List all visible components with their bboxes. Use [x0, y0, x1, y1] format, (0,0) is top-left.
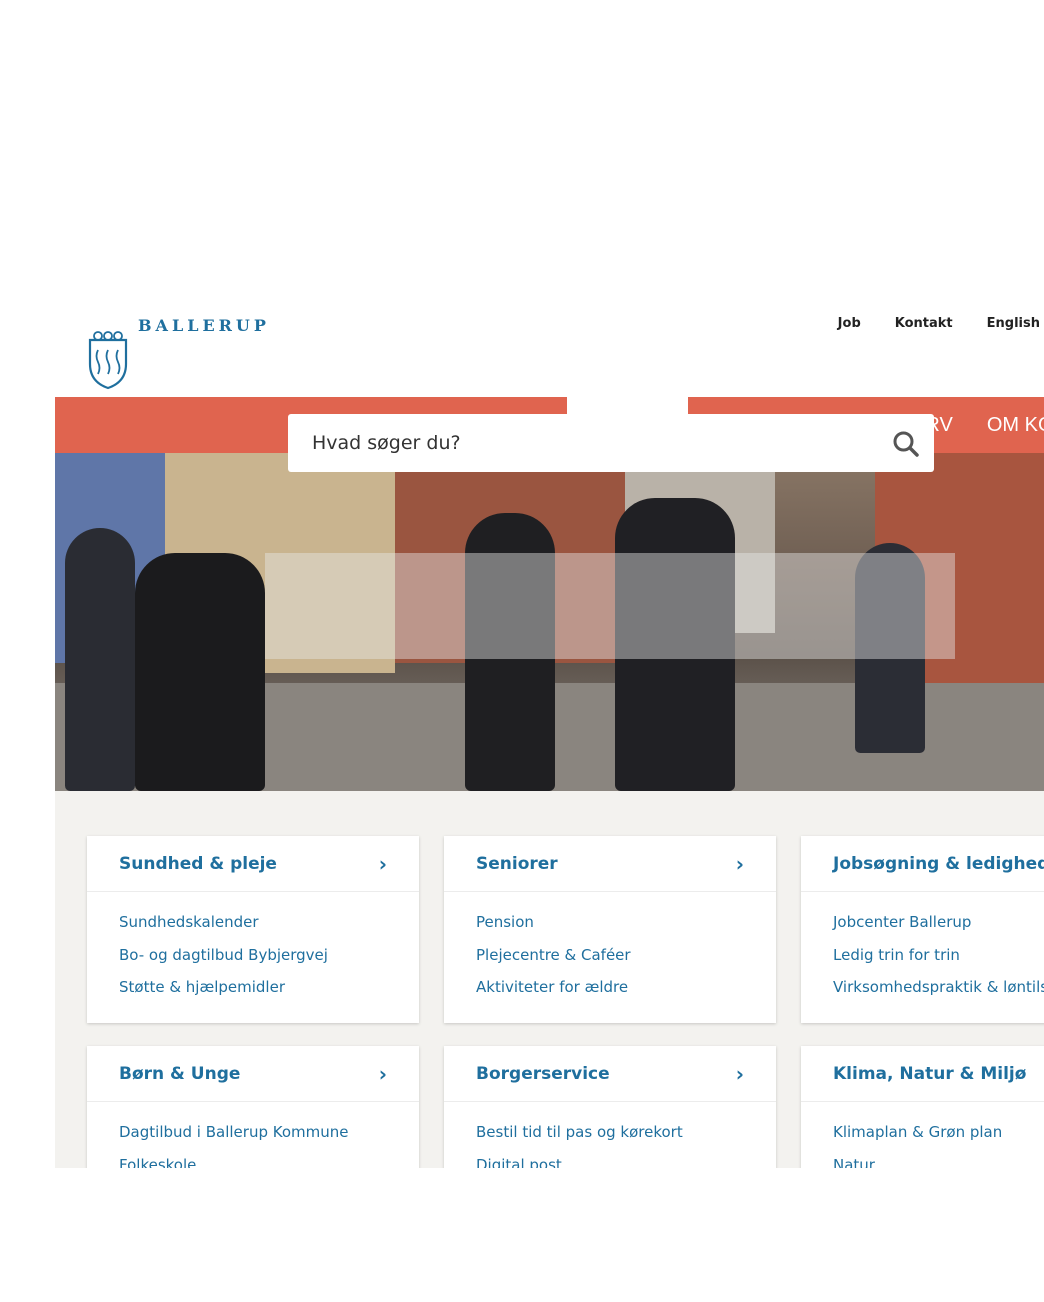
- card-link[interactable]: Natur: [833, 1149, 1044, 1169]
- card-link[interactable]: Digital post: [476, 1149, 744, 1169]
- card-header[interactable]: Klima, Natur & Miljø ›: [801, 1046, 1044, 1102]
- card-link[interactable]: Støtte & hjælpemidler: [119, 971, 387, 1004]
- card-header[interactable]: Jobsøgning & ledighed ›: [801, 836, 1044, 892]
- topic-card: Børn & Unge › Dagtilbud i Ballerup Kommu…: [87, 1046, 419, 1168]
- card-title[interactable]: Jobsøgning & ledighed: [833, 854, 1044, 874]
- hero-image: [55, 453, 1044, 791]
- card-link[interactable]: Bestil tid til pas og kørekort: [476, 1116, 744, 1149]
- card-header[interactable]: Børn & Unge ›: [87, 1046, 419, 1102]
- chevron-right-icon[interactable]: ›: [736, 852, 744, 876]
- search-input[interactable]: [310, 431, 874, 455]
- topic-card: Sundhed & pleje › Sundhedskalender Bo- o…: [87, 836, 419, 1023]
- topics-section: Sundhed & pleje › Sundhedskalender Bo- o…: [55, 791, 1044, 1168]
- page: BALLERUP Job Kontakt English BORGER BRUG…: [55, 290, 1044, 1168]
- card-title[interactable]: Seniorer: [476, 854, 558, 874]
- logo-wordmark: BALLERUP: [138, 316, 270, 335]
- search-box: [288, 414, 934, 472]
- card-title[interactable]: Børn & Unge: [119, 1064, 240, 1084]
- chevron-right-icon[interactable]: ›: [379, 852, 387, 876]
- card-header[interactable]: Borgerservice ›: [444, 1046, 776, 1102]
- topic-card: Jobsøgning & ledighed › Jobcenter Baller…: [801, 836, 1044, 1023]
- card-title[interactable]: Borgerservice: [476, 1064, 610, 1084]
- topic-card: Borgerservice › Bestil tid til pas og kø…: [444, 1046, 776, 1168]
- topic-card: Seniorer › Pension Plejecentre & Caféer …: [444, 836, 776, 1023]
- card-link[interactable]: Virksomhedspraktik & løntils: [833, 971, 1044, 1004]
- card-link[interactable]: Dagtilbud i Ballerup Kommune: [119, 1116, 387, 1149]
- card-header[interactable]: Seniorer ›: [444, 836, 776, 892]
- topic-card: Klima, Natur & Miljø › Klimaplan & Grøn …: [801, 1046, 1044, 1168]
- english-link[interactable]: English: [987, 316, 1040, 331]
- card-link[interactable]: Folkeskole: [119, 1149, 387, 1169]
- card-link[interactable]: Sundhedskalender: [119, 906, 387, 939]
- card-link[interactable]: Pension: [476, 906, 744, 939]
- coat-of-arms-icon: [88, 331, 128, 390]
- utility-nav: Job Kontakt English: [838, 316, 1040, 331]
- tab-om-kommunen[interactable]: OM KOM: [970, 397, 1044, 453]
- chevron-right-icon[interactable]: ›: [736, 1062, 744, 1086]
- search-backdrop: [265, 553, 955, 659]
- card-header[interactable]: Sundhed & pleje ›: [87, 836, 419, 892]
- job-link[interactable]: Job: [838, 316, 861, 331]
- card-link[interactable]: Ledig trin for trin: [833, 939, 1044, 972]
- search-icon[interactable]: [892, 430, 920, 458]
- kontakt-link[interactable]: Kontakt: [895, 316, 953, 331]
- ballerup-logo[interactable]: BALLERUP: [86, 316, 266, 390]
- card-title[interactable]: Klima, Natur & Miljø: [833, 1064, 1026, 1084]
- card-title[interactable]: Sundhed & pleje: [119, 854, 277, 874]
- card-link[interactable]: Jobcenter Ballerup: [833, 906, 1044, 939]
- card-link[interactable]: Aktiviteter for ældre: [476, 971, 744, 1004]
- card-link[interactable]: Klimaplan & Grøn plan: [833, 1116, 1044, 1149]
- card-link[interactable]: Bo- og dagtilbud Bybjergvej: [119, 939, 387, 972]
- card-link[interactable]: Plejecentre & Caféer: [476, 939, 744, 972]
- chevron-right-icon[interactable]: ›: [379, 1062, 387, 1086]
